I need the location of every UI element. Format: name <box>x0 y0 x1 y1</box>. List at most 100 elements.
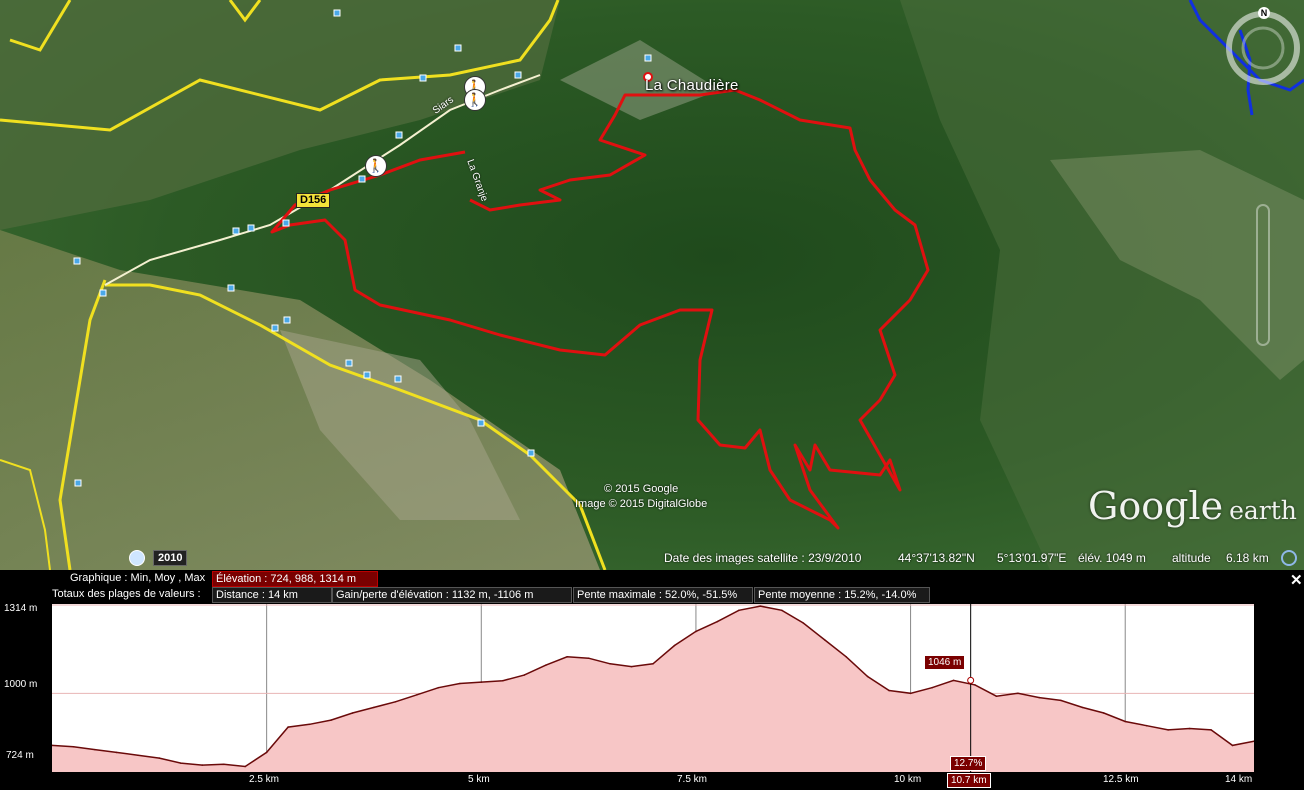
cursor-elevation-label: 1046 m <box>924 655 966 670</box>
x-tick-12-5: 12.5 km <box>1103 774 1139 785</box>
elevation-point <box>587 657 590 659</box>
elevation-point <box>501 679 504 682</box>
longitude-readout: 5°13'01.97"E <box>997 551 1067 565</box>
elevation-point <box>480 681 483 683</box>
copyright-google: © 2015 Google <box>604 483 679 495</box>
elevation-point <box>1081 706 1084 709</box>
elevation-point <box>201 764 204 766</box>
elevation-point <box>802 622 805 624</box>
elevation-point <box>1231 744 1234 747</box>
elevation-point <box>394 700 397 703</box>
elevation-chart-svg[interactable] <box>51 604 1255 772</box>
elevation-point <box>823 639 826 641</box>
elevation-point <box>630 665 633 668</box>
elevation-point <box>137 754 139 757</box>
elevation-point <box>1017 692 1019 695</box>
elevation-point <box>780 609 783 612</box>
status-bar: Date des images satellite : 23/9/2010 44… <box>0 548 1304 568</box>
elevation-point <box>373 706 375 709</box>
elevation-area <box>52 606 1254 772</box>
elevation-point <box>222 763 225 766</box>
y-tick-mid: 1000 m <box>4 679 38 690</box>
elevation-point <box>974 684 976 686</box>
elevation-point <box>738 609 740 612</box>
distance-stat[interactable]: Distance : 14 km <box>212 587 332 603</box>
elevation-point <box>459 682 461 685</box>
elevation-point <box>287 726 289 728</box>
graph-label: Graphique : Min, Moy , Max <box>70 572 206 584</box>
elevation-point <box>673 644 676 647</box>
x-tick-2-5: 2.5 km <box>249 774 280 785</box>
x-tick-10: 10 km <box>894 774 922 785</box>
elevation-point <box>416 693 418 696</box>
elevation-stats[interactable]: Élévation : 724, 988, 1314 m <box>212 571 378 587</box>
cursor-slope-label: 12.7% <box>950 756 987 771</box>
x-tick-5: 5 km <box>468 774 490 785</box>
zoom-slider[interactable] <box>1256 220 1268 340</box>
elevation-point <box>888 689 890 692</box>
cursor-distance-label[interactable]: 10.7 km <box>947 773 991 788</box>
elevation-point <box>179 762 182 764</box>
y-tick-min: 724 m <box>6 750 34 761</box>
navigation-compass[interactable]: N <box>1230 5 1296 71</box>
elevation-point <box>952 679 955 682</box>
elevation-point <box>437 686 440 689</box>
elevation-point <box>544 664 547 667</box>
close-icon[interactable]: ✕ <box>1290 571 1303 589</box>
gain-loss-stat[interactable]: Gain/perte d'élévation : 1132 m, -1106 m <box>332 587 572 603</box>
x-tick-7-5: 7.5 km <box>677 774 708 785</box>
elevation-point <box>931 686 933 689</box>
elevation-point <box>866 675 869 678</box>
logo-google-text: Google <box>1088 484 1224 528</box>
x-tick-14: 14 km <box>1225 774 1253 785</box>
elevation-point <box>351 712 354 714</box>
elevation-point <box>1167 729 1169 731</box>
y-tick-max: 1314 m <box>4 603 38 614</box>
elevation-point <box>845 655 847 658</box>
hiker-icon[interactable]: 🚶 <box>464 89 486 111</box>
elevation-point <box>1102 712 1105 714</box>
streaming-progress-icon <box>1281 550 1297 566</box>
elevation-point <box>1210 729 1212 731</box>
cursor-marker[interactable] <box>967 676 975 684</box>
elevation-point <box>1124 720 1127 723</box>
elevation-point <box>308 723 311 726</box>
avg-slope-stat[interactable]: Pente moyenne : 15.2%, -14.0% <box>754 587 930 603</box>
elevation-point <box>716 620 719 623</box>
elevation-point <box>94 748 96 751</box>
elevation-point <box>72 746 75 748</box>
compass-north-icon[interactable]: N <box>1258 7 1270 19</box>
imagery-date: Date des images satellite : 23/9/2010 <box>664 551 862 565</box>
elevation-point <box>115 751 118 754</box>
elevation-point <box>909 692 912 695</box>
altitude-label: altitude <box>1172 551 1211 565</box>
max-slope-stat[interactable]: Pente maximale : 52.0%, -51.5% <box>573 587 753 603</box>
elevation-point <box>523 674 526 676</box>
elevation-point <box>1060 699 1062 702</box>
elevation-point <box>158 757 161 759</box>
place-label[interactable]: La Chaudière <box>645 77 739 94</box>
elevation-point <box>995 695 998 697</box>
elevation-readout: élév. 1049 m <box>1078 551 1146 565</box>
google-earth-logo: Google earth <box>1088 484 1297 528</box>
elevation-point <box>695 630 697 633</box>
elevation-point <box>566 655 568 658</box>
latitude-readout: 44°37'13.82"N <box>898 551 975 565</box>
elevation-point <box>1145 724 1148 727</box>
altitude-value: 6.18 km <box>1226 551 1269 565</box>
elevation-point <box>330 719 332 721</box>
copyright-notice: © 2015 Google Image © 2015 DigitalGlobe <box>575 482 707 512</box>
totals-label: Totaux des plages de valeurs : <box>52 588 201 600</box>
elevation-point <box>1038 696 1041 699</box>
elevation-point <box>609 663 611 665</box>
logo-earth-text: earth <box>1229 496 1297 525</box>
elevation-point <box>1188 727 1191 730</box>
road-shield: D156 <box>296 193 331 208</box>
copyright-digitalglobe: Image © 2015 DigitalGlobe <box>575 498 708 510</box>
elevation-point <box>759 605 762 607</box>
map-view[interactable]: La Chaudière D156 Siars La Granje 🚶 🚶 🚶 … <box>0 0 1304 570</box>
elevation-chart[interactable] <box>51 604 1255 772</box>
elevation-point <box>265 751 268 754</box>
elevation-point <box>244 765 246 768</box>
hiker-icon[interactable]: 🚶 <box>365 155 387 177</box>
